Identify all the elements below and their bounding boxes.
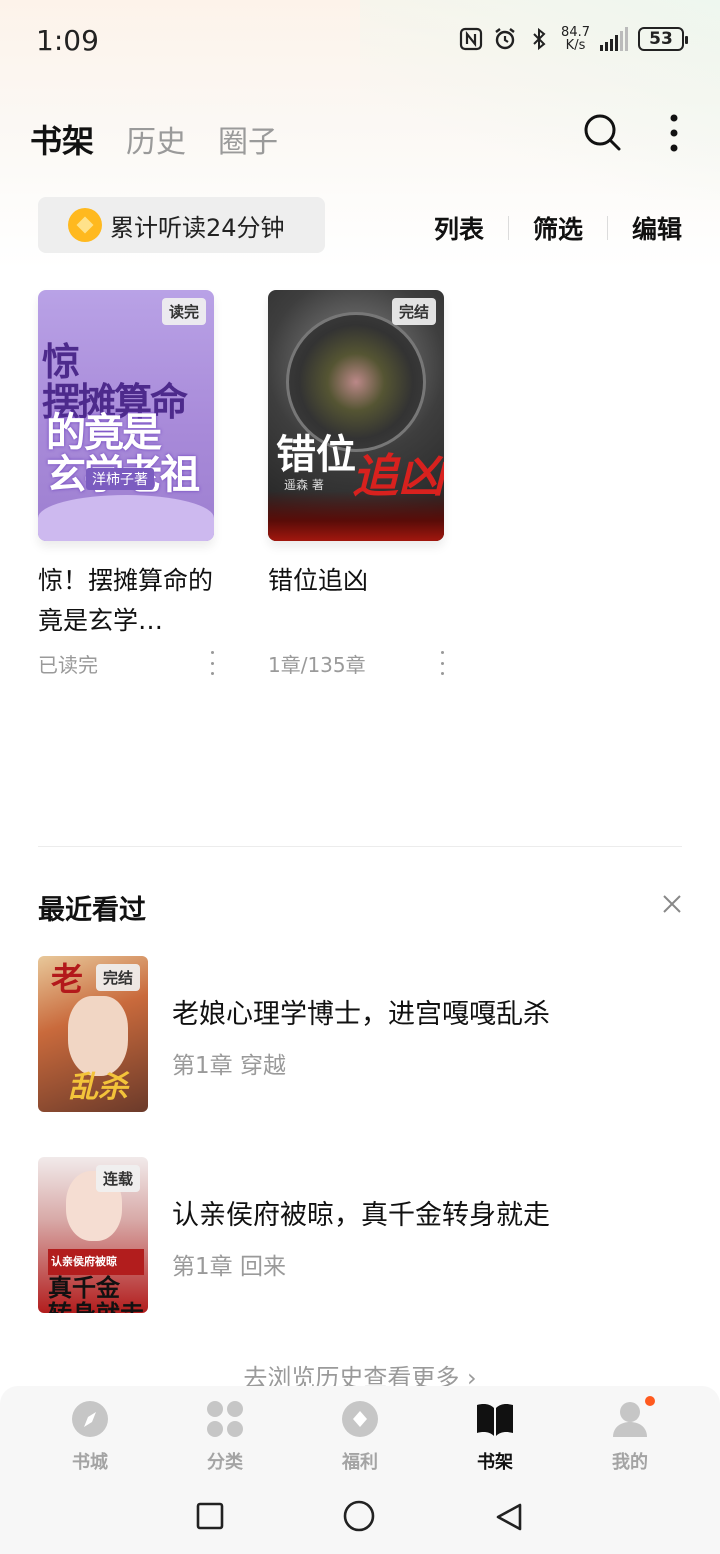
recent-item[interactable]: 老 乱杀 完结 老娘心理学博士，进宫嘎嘎乱杀 第1章 穿越 [38,956,682,1112]
cover-text: 惊 [42,340,80,384]
cover-author: 遥森 著 [284,478,324,492]
more-vertical-icon[interactable] [662,112,686,154]
book-progress: 已读完 [38,649,214,679]
gift-coin-icon [341,1400,379,1438]
shelf-actions: 列表 筛选 编辑 [410,210,682,246]
book-cover[interactable]: 认亲侯府被晾 真千金 转身就走 连载 [38,1157,148,1313]
listen-duration-pill[interactable]: 累计听读24分钟 [38,197,325,253]
status-badge: 读完 [161,298,206,325]
nav-profile[interactable]: 我的 [580,1396,680,1474]
nav-label: 书城 [72,1452,108,1473]
recent-apps-icon[interactable] [196,1502,224,1534]
bottom-nav: 书城 分类 福利 书架 我的 [0,1386,720,1554]
cover-text: 乱杀 [68,1070,128,1105]
nav-welfare[interactable]: 福利 [310,1400,410,1474]
status-bar: 1:09 84.7 K/s 53 [0,0,720,84]
book-progress-text: 已读完 [38,653,98,677]
recent-section-title: 最近看过 [38,895,146,926]
status-icons: 84.7 K/s 53 [459,26,688,52]
listen-duration-text: 累计听读24分钟 [110,213,285,242]
cover-text: 老 [46,962,84,994]
nav-label: 我的 [612,1452,648,1473]
status-badge: 连载 [95,1165,140,1192]
book-cover[interactable]: 惊摆摊算命 的竟是玄学老祖 洋柿子著 读完 [38,290,214,541]
cover-text: 的竟是 [46,410,162,456]
cover-text: 真千金 [48,1274,120,1302]
recent-item-title: 老娘心理学博士，进宫嘎嘎乱杀 [172,999,550,1030]
status-badge: 完结 [391,298,436,325]
alarm-icon [493,27,517,51]
network-speed: 84.7 K/s [561,26,590,52]
network-speed-unit: K/s [565,38,586,53]
cover-text: 转身就走 [48,1300,144,1313]
recent-item-chapter: 第1章 穿越 [172,1053,286,1079]
shelf-book[interactable]: 惊摆摊算命 的竟是玄学老祖 洋柿子著 读完 惊！摆摊算命的竟是玄学… 已读完 [38,290,214,679]
book-progress-text: 1章/135章 [268,653,366,677]
nav-category[interactable]: 分类 [175,1400,275,1474]
book-more-icon[interactable] [206,651,218,675]
nav-label: 分类 [207,1452,243,1473]
recent-item-chapter: 第1章 回来 [172,1254,286,1280]
nav-label: 书架 [477,1452,513,1473]
compass-icon [71,1400,109,1438]
book-cover[interactable]: 错位 追凶 遥森 著 完结 [268,290,444,541]
book-cover[interactable]: 老 乱杀 完结 [38,956,148,1112]
signal-icon [600,27,628,51]
back-icon[interactable] [494,1502,524,1536]
book-progress: 1章/135章 [268,649,444,679]
section-divider [38,846,682,847]
cover-title: 认亲侯府被晾 真千金 转身就走 [48,1249,144,1313]
top-tabs: 书架 历史 圈子 [30,116,278,162]
tab-bookshelf[interactable]: 书架 [30,116,94,162]
search-icon[interactable] [582,112,622,152]
battery-level: 53 [649,29,673,49]
notification-dot [645,1396,655,1406]
cover-text: 认亲侯府被晾 [48,1249,144,1275]
cover-author: 洋柿子著 [86,468,154,490]
cover-text: 追凶 [352,449,444,503]
nfc-icon [459,27,483,51]
recent-item-title: 认亲侯府被晾，真千金转身就走 [172,1200,550,1231]
home-icon[interactable] [343,1500,375,1536]
tab-circle[interactable]: 圈子 [218,117,278,161]
nav-bookshelf[interactable]: 书架 [445,1400,545,1474]
tab-history[interactable]: 历史 [126,117,186,161]
filter-button[interactable]: 筛选 [509,210,607,246]
recent-item[interactable]: 认亲侯府被晾 真千金 转身就走 连载 认亲侯府被晾，真千金转身就走 第1章 回来 [38,1157,682,1313]
bookshelf-icon [476,1400,514,1438]
profile-icon [611,1396,655,1438]
book-title[interactable]: 错位追凶 [268,561,458,641]
shelf-book[interactable]: 错位 追凶 遥森 著 完结 错位追凶 1章/135章 [268,290,444,679]
book-more-icon[interactable] [436,651,448,675]
status-time: 1:09 [36,24,99,57]
status-badge: 完结 [95,964,140,991]
nav-bookstore[interactable]: 书城 [40,1400,140,1474]
cover-text: 错位 [276,432,356,478]
book-title[interactable]: 惊！摆摊算命的竟是玄学… [38,561,228,641]
battery-icon: 53 [638,27,688,51]
grid-icon [206,1400,244,1438]
cover-decoration [38,495,214,541]
nav-label: 福利 [342,1452,378,1473]
edit-button[interactable]: 编辑 [608,210,682,246]
coin-icon [68,208,102,242]
bluetooth-icon [527,27,551,51]
list-view-button[interactable]: 列表 [410,210,508,246]
close-icon[interactable] [662,894,682,914]
